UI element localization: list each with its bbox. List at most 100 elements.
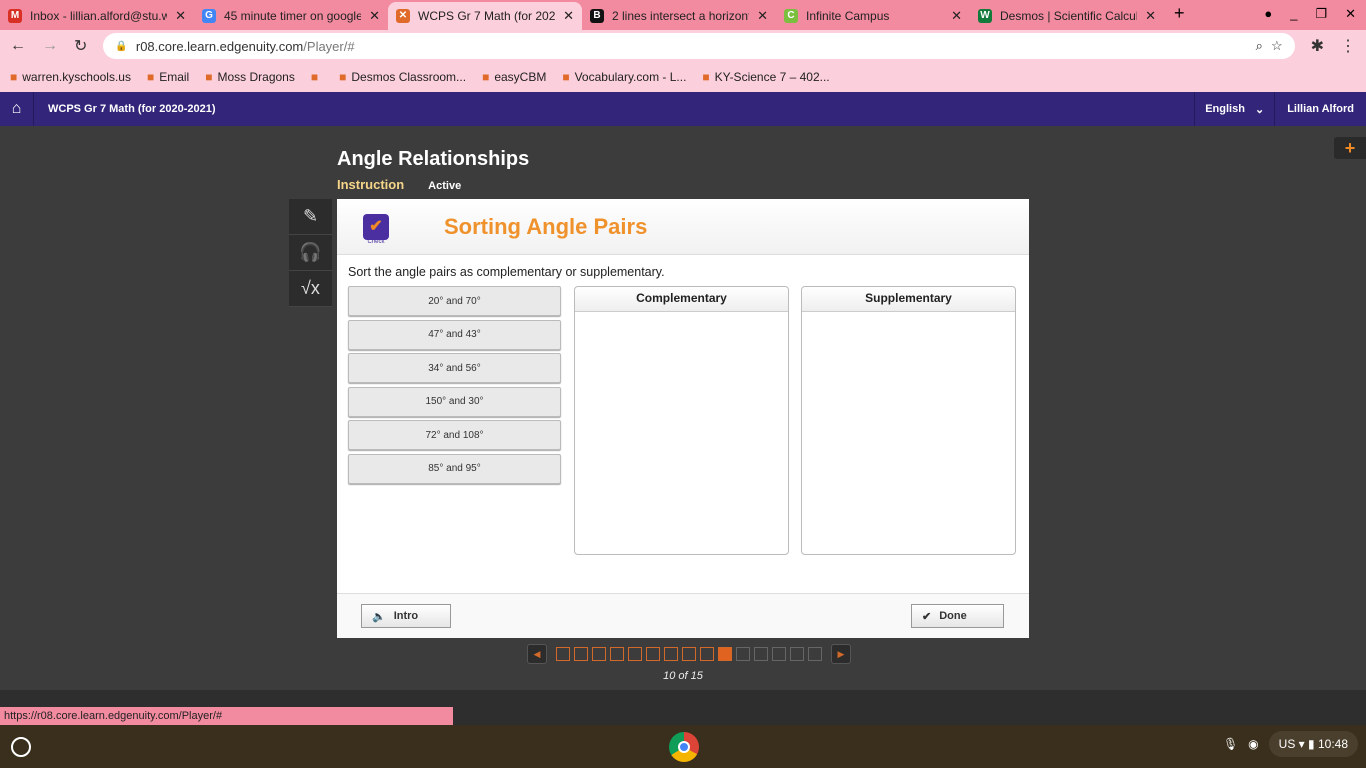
lesson-section: Instruction [337, 177, 405, 192]
reload-icon[interactable]: ↻ [74, 36, 87, 56]
page-square-11[interactable] [736, 647, 750, 661]
menu-icon[interactable]: ⋮ [1340, 36, 1356, 56]
star-icon[interactable]: ☆ [1271, 38, 1283, 54]
user-menu[interactable]: Lillian Alford [1274, 92, 1366, 126]
browser-tab[interactable]: W Desmos | Scientific Calculat ✕ [970, 2, 1164, 30]
angle-pair-card[interactable]: 72° and 108° [348, 420, 561, 451]
bookmark[interactable]: ■ Moss Dragons [205, 70, 295, 84]
tab-title: 45 minute timer on google - [224, 9, 362, 23]
page-square-7[interactable] [664, 647, 678, 661]
page-square-1[interactable] [556, 647, 570, 661]
page-square-2[interactable] [574, 647, 588, 661]
page-count: 10 of 15 [663, 670, 703, 682]
close-icon[interactable]: ✕ [563, 8, 574, 24]
page-square-15[interactable] [808, 647, 822, 661]
lesson-title: Angle Relationships [337, 148, 530, 170]
zoom-icon[interactable]: ⌕ [1256, 38, 1263, 54]
calculator-icon[interactable]: √x [289, 271, 332, 307]
browser-tab[interactable]: C Infinite Campus ✕ [776, 2, 970, 30]
supplementary-bin[interactable]: Supplementary [801, 286, 1016, 555]
bookmark[interactable]: ■ easyCBM [482, 70, 546, 84]
speaker-icon: 🔈 [372, 610, 386, 623]
browser-tab[interactable]: ✕ WCPS Gr 7 Math (for 2020-2 ✕ [388, 2, 582, 30]
headphones-icon[interactable]: 🎧 [289, 235, 332, 271]
course-nav: ⌂ WCPS Gr 7 Math (for 2020-2021) English… [0, 92, 1366, 126]
back-icon[interactable]: ← [10, 37, 26, 55]
bookmarks-bar: ■ warren.kyschools.us ■ Email ■ Moss Dragons ■… [0, 62, 1366, 92]
complementary-bin[interactable]: Complementary [574, 286, 789, 555]
status-url: https://r08.core.learn.edgenuity.com/Pla… [0, 707, 453, 725]
close-window-icon[interactable]: ✕ [1345, 6, 1356, 22]
extensions-icon[interactable]: ✱ [1311, 36, 1324, 56]
address-bar-row: ← → ↻ 🔒 r08.core.learn.edgenuity.com/Pla… [0, 30, 1366, 62]
bookmark[interactable]: ■ [311, 70, 323, 84]
page-square-4[interactable] [610, 647, 624, 661]
new-tab-icon[interactable]: + [1164, 3, 1195, 30]
close-icon[interactable]: ✕ [951, 8, 962, 24]
angle-pair-card[interactable]: 20° and 70° [348, 286, 561, 316]
done-button[interactable]: ✔ Done [911, 604, 1004, 628]
activity-panel: ✔ Quick Check Sorting Angle Pairs Sort th… [337, 199, 1029, 638]
page-square-8[interactable] [682, 647, 696, 661]
page-square-12[interactable] [754, 647, 768, 661]
page-square-10[interactable] [718, 647, 732, 661]
browser-tab[interactable]: M Inbox - lillian.alford@stu.wa ✕ [0, 2, 194, 30]
chevron-down-icon: ⌄ [1254, 103, 1265, 116]
close-icon[interactable]: ✕ [175, 8, 186, 24]
desmos-icon: W [978, 9, 992, 23]
intro-button[interactable]: 🔈 Intro [361, 604, 451, 628]
angle-pair-card[interactable]: 85° and 95° [348, 453, 561, 484]
window-controls[interactable]: ● _ ❐ ✕ [1264, 6, 1356, 22]
bookmark[interactable]: ■ warren.kyschools.us [10, 70, 131, 84]
accessibility-icon[interactable]: ◉ [1248, 737, 1258, 751]
page-square-13[interactable] [772, 647, 786, 661]
system-tray[interactable]: US ▾ ▮ 10:48 [1268, 731, 1358, 757]
tab-title: 2 lines intersect a horizontal [612, 9, 750, 23]
page-square-14[interactable] [790, 647, 804, 661]
brainly-icon: B [590, 9, 604, 23]
prompt: Sort the angle pairs as complementary or… [348, 265, 665, 279]
chrome-icon[interactable] [669, 732, 699, 762]
forward-icon[interactable]: → [42, 37, 58, 55]
angle-pair-card[interactable]: 34° and 56° [348, 353, 561, 384]
home-icon[interactable]: ⌂ [0, 92, 34, 126]
check-icon: ✔ [922, 610, 932, 623]
angle-pair-card[interactable]: 150° and 30° [348, 386, 561, 417]
url-path: /Player/# [303, 38, 355, 54]
url-input[interactable]: 🔒 r08.core.learn.edgenuity.com/Player/# … [103, 33, 1295, 59]
language-select[interactable]: English ⌄ [1194, 92, 1274, 126]
clock: 10:48 [1317, 737, 1348, 751]
bookmark[interactable]: ■ Desmos Classroom... [339, 70, 466, 84]
bookmark-icon: ■ [702, 70, 710, 84]
page-square-9[interactable] [700, 647, 714, 661]
browser-tab[interactable]: B 2 lines intersect a horizontal ✕ [582, 2, 776, 30]
activity-title: Sorting Angle Pairs [444, 213, 648, 239]
page-square-3[interactable] [592, 647, 606, 661]
plus-icon[interactable]: + [1334, 137, 1366, 159]
pager: ◀ ▶ [522, 644, 856, 664]
close-icon[interactable]: ✕ [1145, 8, 1156, 24]
infinite-campus-icon: C [784, 9, 798, 23]
url-host: r08.core.learn.edgenuity.com [135, 38, 304, 54]
angle-pair-card[interactable]: 47° and 43° [348, 319, 561, 350]
bookmark[interactable]: ■ KY-Science 7 – 402... [702, 70, 829, 84]
maximize-icon[interactable]: ❐ [1315, 6, 1327, 22]
bookmark[interactable]: ■ Vocabulary.com - L... [562, 70, 686, 84]
bookmark-icon: ■ [10, 70, 18, 84]
bin-header: Complementary [575, 287, 788, 312]
gmail-icon: M [8, 9, 22, 23]
pencil-icon[interactable]: ✎ [289, 199, 332, 235]
page-square-5[interactable] [628, 647, 642, 661]
close-icon[interactable]: ✕ [369, 8, 380, 24]
prev-page-icon[interactable]: ◀ [527, 644, 547, 664]
mic-icon[interactable]: 🎙 [1223, 737, 1238, 751]
bookmark-icon: ■ [146, 70, 155, 84]
profile-icon[interactable]: ● [1264, 6, 1272, 22]
launcher-icon[interactable] [11, 737, 31, 757]
page-square-6[interactable] [646, 647, 660, 661]
next-page-icon[interactable]: ▶ [831, 644, 851, 664]
minimize-icon[interactable]: _ [1290, 6, 1297, 22]
close-icon[interactable]: ✕ [757, 8, 768, 24]
bookmark[interactable]: ■ Email [147, 70, 189, 84]
browser-tab[interactable]: G 45 minute timer on google - ✕ [194, 2, 388, 30]
